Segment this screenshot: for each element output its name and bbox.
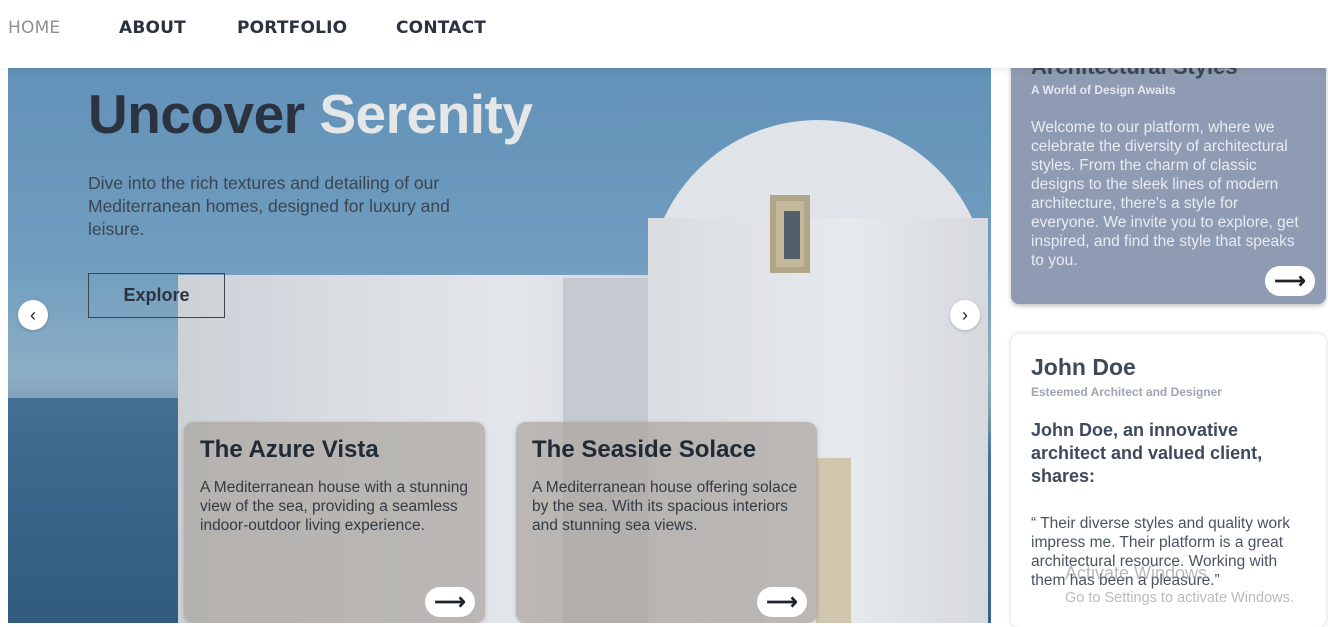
arrow-right-icon: ⟶ (434, 589, 466, 614)
chevron-left-icon: ‹ (30, 304, 36, 325)
testimonial-lead: John Doe, an innovative architect and va… (1031, 420, 1263, 486)
hero-title: Uncover Serenity (88, 82, 533, 146)
property-card-open-button[interactable]: ⟶ (425, 587, 475, 617)
carousel-prev-button[interactable]: ‹ (18, 300, 48, 330)
hero-title-part1: Uncover (88, 83, 305, 145)
arrow-right-icon: ⟶ (1274, 268, 1306, 293)
nav-home-link[interactable]: HOME (8, 18, 60, 38)
arrow-right-icon: ⟶ (766, 589, 798, 614)
nav-contact-link[interactable]: CONTACT (396, 18, 486, 38)
hero-carousel: Uncover Serenity Dive into the rich text… (8, 68, 991, 623)
hero-description: Dive into the rich textures and detailin… (88, 173, 450, 239)
architectural-styles-card: Architectural Styles A World of Design A… (1011, 40, 1326, 304)
styles-card-subtitle: A World of Design Awaits (1031, 83, 1176, 97)
property-card-seaside-solace: The Seaside Solace A Mediterranean house… (516, 422, 817, 623)
nav-portfolio-link[interactable]: PORTFOLIO (237, 18, 347, 38)
testimonial-role: Esteemed Architect and Designer (1031, 385, 1222, 399)
top-navigation: HOME ABOUT PORTFOLIO CONTACT (0, 0, 1328, 68)
hero-title-part2: Serenity (319, 83, 533, 145)
testimonial-name: John Doe (1031, 354, 1136, 380)
property-card-title: The Seaside Solace (532, 436, 757, 463)
watermark-line2: Go to Settings to activate Windows. (1065, 590, 1294, 606)
property-card-azure-vista: The Azure Vista A Mediterranean house wi… (184, 422, 485, 623)
hero-overlay (8, 68, 991, 623)
chevron-right-icon: › (962, 304, 968, 325)
watermark-line1: Activate Windows (1065, 563, 1208, 583)
property-card-description: A Mediterranean house with a stunning vi… (200, 479, 468, 534)
property-card-description: A Mediterranean house offering solace by… (532, 479, 798, 534)
explore-button[interactable]: Explore (88, 273, 225, 318)
nav-about-link[interactable]: ABOUT (119, 18, 186, 38)
styles-card-body: Welcome to our platform, where we celebr… (1031, 119, 1299, 269)
property-card-title: The Azure Vista (200, 436, 379, 463)
property-card-open-button[interactable]: ⟶ (757, 587, 807, 617)
carousel-next-button[interactable]: › (950, 300, 980, 330)
windows-activation-watermark: Activate Windows Go to Settings to activ… (1065, 563, 1294, 606)
styles-card-open-button[interactable]: ⟶ (1265, 266, 1315, 296)
